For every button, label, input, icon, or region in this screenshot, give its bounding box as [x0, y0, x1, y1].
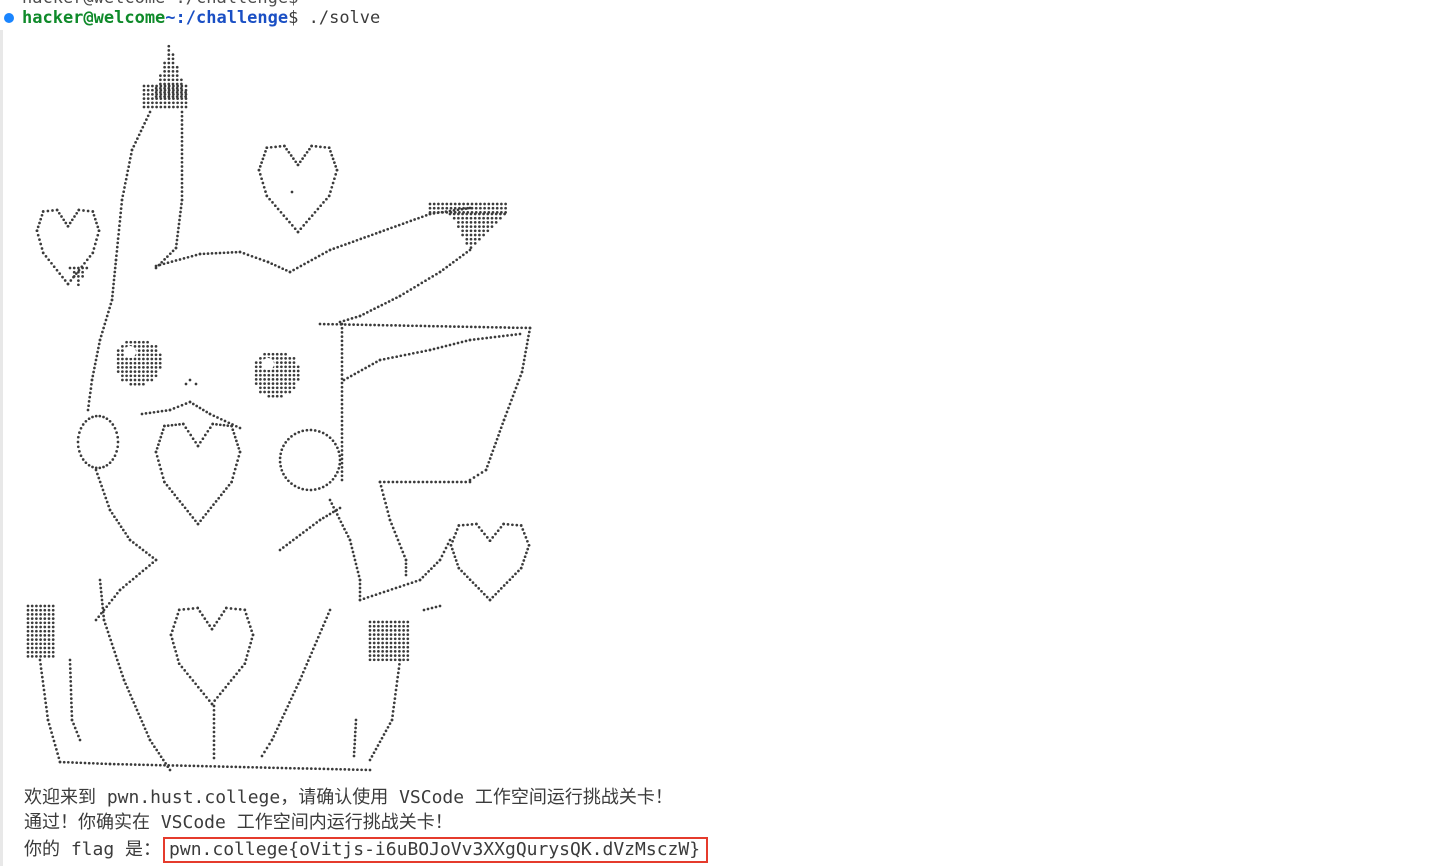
ascii-art-pikachu [0, 0, 560, 790]
terminal-panel[interactable]: hacker@welcome~:/challenge$ hacker@welco… [0, 0, 1447, 866]
welcome-message: 欢迎来到 pwn.hust.college，请确认使用 VSCode 工作空间运… [24, 787, 673, 808]
flag-message: 你的 flag 是： pwn.college{oVitjs-i6uBOJoVv3X… [24, 837, 709, 863]
pass-message: 通过！你确实在 VSCode 工作空间内运行挑战关卡！ [24, 812, 453, 833]
flag-highlight-box[interactable]: pwn.college{oVitjs-i6uBOJoVv3XXgQurysQK.… [163, 837, 709, 863]
flag-label: 你的 flag 是： [24, 839, 162, 860]
braille-art-canvas [26, 44, 532, 772]
